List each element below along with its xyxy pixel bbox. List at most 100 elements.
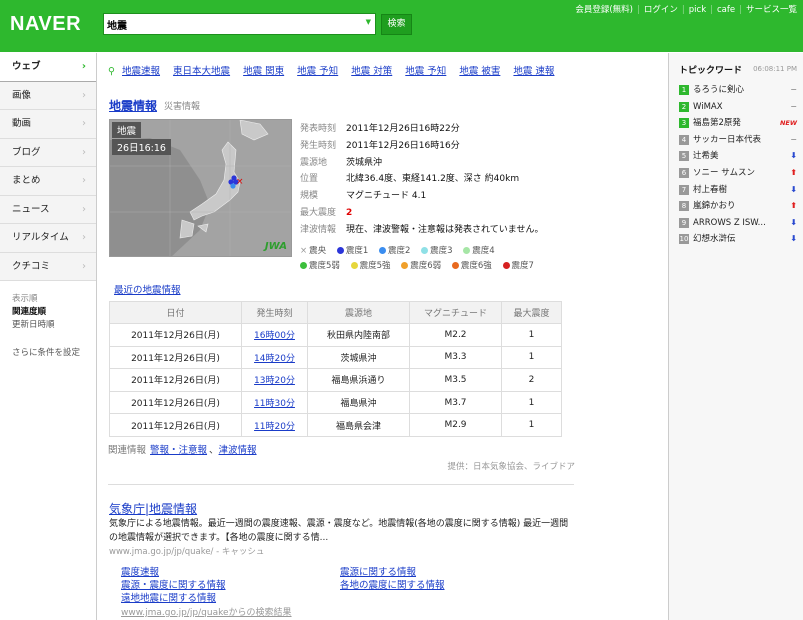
sidebar-item-kuchikomi[interactable]: クチコミ › [0, 252, 96, 281]
rank-move-icon: − [790, 85, 797, 94]
topic-word[interactable]: 辻希美 [693, 151, 719, 161]
topic-item[interactable]: 6 ソニー サムスン ⬆ [679, 165, 797, 182]
sidebar-item-realtime[interactable]: リアルタイム › [0, 224, 96, 253]
topic-item[interactable]: 8 嵐錦かおり ⬆ [679, 198, 797, 215]
sidebar-item-web[interactable]: ウェブ › [0, 53, 96, 82]
rank-badge: 1 [679, 85, 689, 95]
topic-item[interactable]: 2 WiMAX − [679, 99, 797, 116]
detail-row: 津波情報 現在、津波警報・注意報は発表されていません。 [300, 222, 543, 239]
topic-word[interactable]: 幻想水滸伝 [693, 234, 736, 244]
sidebar-item-news[interactable]: ニュース › [0, 195, 96, 224]
topic-item[interactable]: 4 サッカー日本代表 − [679, 132, 797, 149]
topic-word[interactable]: 福島第2原発 [693, 118, 741, 128]
sort-date[interactable]: 更新日時順 [12, 319, 96, 332]
table-row: 2011年12月26日(月) 11時20分 福島県会津 M2.9 1 [109, 413, 562, 437]
table-row: 2011年12月26日(月) 16時00分 秋田県内陸南部 M2.2 1 [109, 323, 562, 347]
sublink-epicenter-intensity[interactable]: 震源・震度に関する情報 [121, 577, 226, 591]
result-title-link[interactable]: 気象庁|地震情報 [109, 500, 197, 517]
related-link[interactable]: 地震 関東 [243, 66, 284, 77]
rank-move-icon: ⬆ [790, 201, 797, 211]
related-link[interactable]: 地震 被害 [459, 66, 500, 77]
naver-logo[interactable]: NAVER [10, 13, 81, 36]
sublink-intensity-flash[interactable]: 震度速報 [121, 564, 159, 578]
legend-item: 震度6弱 [401, 259, 441, 274]
top-links: 会員登録(無料) | ログイン | pick | cafe | サービス一覧 [575, 3, 797, 15]
table-row: 2011年12月26日(月) 13時20分 福島県浜通り M3.5 2 [109, 368, 562, 392]
site-search-link[interactable]: www.jma.go.jp/jp/quakeからの検索結果 [121, 605, 292, 618]
related-link[interactable]: 地震 予知 [297, 66, 338, 77]
cell-date: 2011年12月26日(月) [109, 345, 242, 370]
topic-item[interactable]: 5 辻希美 ⬇ [679, 148, 797, 165]
provider-credit: 提供：日本気象協会、ライブドア [447, 462, 575, 472]
sort-relevance[interactable]: 関連度順 [12, 306, 96, 319]
login-link[interactable]: ログイン [644, 5, 678, 15]
topic-word[interactable]: ソニー サムスン [693, 168, 755, 178]
sidebar-item-label: クチコミ [12, 260, 51, 272]
sublink-regional-intensity[interactable]: 各地の震度に関する情報 [340, 577, 445, 591]
related-link[interactable]: 地震 対策 [351, 66, 392, 77]
search-dropdown-icon[interactable]: ▼ [366, 18, 371, 26]
header-bar: NAVER ▼ 検索 会員登録(無料)|ログイン|pick|cafe|サービス一… [0, 0, 803, 52]
cell-date: 2011年12月26日(月) [109, 368, 242, 392]
legend-label: 震度4 [472, 246, 495, 256]
related-link[interactable]: 地震 予知 [405, 66, 446, 77]
topic-words-panel: トピックワード 06:08:11 PM 1 るろうに剣心 − 2 WiMAX − 3 福島… [668, 53, 803, 620]
detail-value: 2011年12月26日16時22分 [346, 124, 460, 134]
related-link[interactable]: 地震速報 [122, 66, 160, 77]
col-date: 日付 [109, 301, 242, 324]
topic-word[interactable]: WiMAX [693, 102, 723, 112]
service-list-link[interactable]: サービス一覧 [746, 5, 797, 15]
sublink-epicenter-info[interactable]: 震源に関する情報 [340, 564, 416, 578]
quake-info-title[interactable]: 地震情報 [109, 97, 157, 114]
cell-epicenter: 秋田県内陸南部 [307, 323, 410, 347]
cell-time-link[interactable]: 14時20分 [241, 345, 308, 370]
recent-quakes-link[interactable]: 最近の地震情報 [114, 282, 181, 296]
topic-word[interactable]: るろうに剣心 [693, 85, 744, 95]
sidebar-item-matome[interactable]: まとめ › [0, 167, 96, 196]
tsunami-info-link[interactable]: 津波情報 [219, 445, 257, 456]
sidebar-item-images[interactable]: 画像 › [0, 81, 96, 110]
search-box[interactable]: ▼ [103, 13, 376, 35]
cell-magnitude: M3.3 [409, 345, 502, 370]
quake-map[interactable]: × 地震 26日16:16 JWA [109, 119, 292, 257]
legend-label: 震度1 [345, 246, 369, 256]
more-conditions-link[interactable]: さらに条件を設定 [0, 332, 96, 358]
rank-move-icon: − [790, 101, 797, 111]
detail-key: 発生時刻 [300, 140, 337, 151]
topic-item[interactable]: 7 村上春樹 ⬇ [679, 182, 797, 199]
warnings-link[interactable]: 警報・注意報 [150, 445, 207, 456]
detail-value: 2011年12月26日16時16分 [346, 140, 460, 151]
topic-word[interactable]: ARROWS Z ISW... [693, 218, 766, 228]
topic-word[interactable]: 村上春樹 [693, 185, 727, 195]
search-button[interactable]: 検索 [381, 14, 412, 35]
cell-time-link[interactable]: 11時20分 [241, 413, 308, 437]
cell-time-link[interactable]: 16時00分 [241, 323, 308, 347]
topic-item[interactable]: 3 福島第2原発 NEW [679, 115, 797, 132]
sidebar-item-blogs[interactable]: ブログ › [0, 138, 96, 167]
separator: | [681, 5, 685, 15]
cell-time-link[interactable]: 13時20分 [241, 368, 308, 392]
chevron-right-icon: › [82, 89, 86, 101]
topic-word[interactable]: サッカー日本代表 [693, 135, 761, 145]
pick-link[interactable]: pick [689, 5, 706, 15]
search-input[interactable] [107, 16, 352, 32]
topic-word[interactable]: 嵐錦かおり [693, 201, 736, 211]
related-link[interactable]: 地震 速報 [513, 66, 554, 77]
intensity-legend: × 震央 震度1 震度2 震度3 震度4 震度5弱 震度5強 震度6弱 震度6強 … [300, 244, 542, 274]
legend-dot-icon [463, 247, 471, 254]
chevron-right-icon: › [82, 260, 86, 272]
table-row: 2011年12月26日(月) 11時30分 福島県沖 M3.7 1 [109, 390, 562, 415]
main-content: ⚲ 地震速報 東日本大地震 地震 関東 地震 予知 地震 対策 地震 予知 地震… [108, 53, 663, 620]
legend-item: 震度6強 [451, 259, 492, 274]
legend-dot-icon [378, 247, 386, 254]
topic-item[interactable]: 10 幻想水滸伝 ⬇ [679, 231, 797, 248]
sidebar-item-videos[interactable]: 動画 › [0, 110, 96, 139]
register-link[interactable]: 会員登録(無料) [575, 5, 633, 15]
topic-item[interactable]: 1 るろうに剣心 − [679, 82, 797, 99]
sublink-distant-quake[interactable]: 遠地地震に関する情報 [121, 590, 216, 604]
cafe-link[interactable]: cafe [717, 5, 735, 15]
cell-time-link[interactable]: 11時30分 [241, 390, 308, 415]
topic-item[interactable]: 9 ARROWS Z ISW... ⬇ [679, 215, 797, 232]
result-url[interactable]: www.jma.go.jp/jp/quake/ - キャッシュ [109, 545, 264, 557]
related-link[interactable]: 東日本大地震 [173, 66, 230, 77]
